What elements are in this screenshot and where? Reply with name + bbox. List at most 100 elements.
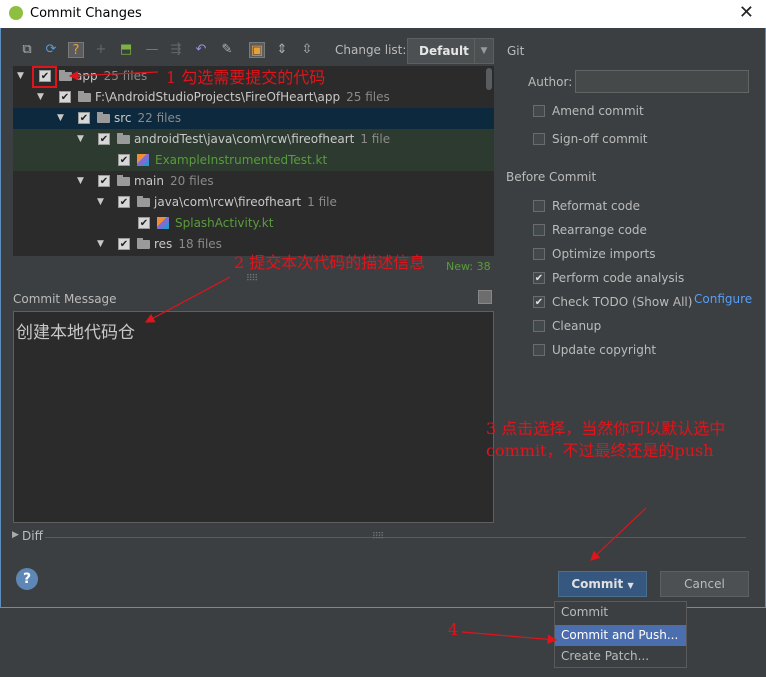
splitter-handle[interactable]: ⠿⠿ [246, 274, 258, 284]
add-icon[interactable]: ⬒ [118, 42, 134, 58]
android-studio-logo-icon [9, 6, 23, 20]
folder-icon [137, 238, 150, 249]
amend-commit-label: Amend commit [552, 104, 644, 118]
expand-arrow-icon[interactable]: ▼ [77, 171, 84, 192]
splitter-handle[interactable]: ⠿⠿ [372, 532, 384, 542]
sign-off-commit-checkbox[interactable] [533, 133, 545, 145]
expand-arrow-icon[interactable]: ▼ [37, 87, 44, 108]
commit-button-label: Commit [571, 577, 624, 591]
before-commit-title: Before Commit [506, 170, 597, 184]
expand-arrow-icon[interactable]: ▼ [97, 192, 104, 213]
expand-all-icon[interactable]: ⇕ [274, 42, 290, 58]
close-icon[interactable]: ✕ [739, 2, 754, 23]
tree-row-label: main [134, 174, 164, 188]
folder-icon [117, 175, 130, 186]
reformat-code-label: Reformat code [552, 199, 640, 213]
refresh-icon[interactable]: ⟳ [43, 42, 59, 58]
menu-item-create-patch[interactable]: Create Patch... [555, 646, 686, 667]
show-unversioned-icon[interactable]: ? [68, 42, 84, 58]
expand-arrow-icon[interactable]: ▼ [57, 108, 64, 129]
tree-row-project-path[interactable]: ▼ ✔ F:\AndroidStudioProjects\FireOfHeart… [13, 87, 494, 108]
optimize-imports-checkbox[interactable] [533, 248, 545, 260]
optimize-imports-label: Optimize imports [552, 247, 656, 261]
expand-arrow-icon[interactable]: ▶ [12, 530, 19, 540]
git-section-title: Git [507, 44, 525, 58]
tree-row-android-test[interactable]: ▼ ✔ androidTest\java\com\rcw\fireofheart… [13, 129, 494, 150]
checkbox-res[interactable]: ✔ [118, 238, 130, 250]
tree-row-label: ExampleInstrumentedTest.kt [155, 153, 328, 167]
tree-row-label: SplashActivity.kt [175, 216, 274, 230]
annotation-step-4: 4 [448, 620, 459, 639]
window-title: Commit Changes [30, 6, 142, 21]
checkbox-android-test[interactable]: ✔ [98, 133, 110, 145]
file-count: 1 file [360, 132, 391, 146]
checkbox-java-package[interactable]: ✔ [118, 196, 130, 208]
kotlin-file-icon [157, 217, 169, 229]
remove-icon[interactable]: — [144, 42, 160, 58]
checkbox-main[interactable]: ✔ [98, 175, 110, 187]
tree-row-example-test[interactable]: ✔ ExampleInstrumentedTest.kt [13, 150, 494, 171]
tree-scrollbar[interactable] [486, 68, 492, 90]
check-todo-checkbox[interactable]: ✔ [533, 296, 545, 308]
perform-code-analysis-label: Perform code analysis [552, 271, 685, 285]
annotation-highlight-box [32, 66, 57, 88]
collapse-all-icon[interactable]: ⇳ [299, 42, 315, 58]
tree-row-label: app [75, 69, 98, 83]
commit-message-input[interactable]: 创建本地代码仓 [13, 311, 494, 523]
tree-row-label: res [154, 237, 173, 251]
file-count: 22 files [137, 111, 182, 125]
tree-row-java-package[interactable]: ▼ ✔ java\com\rcw\fireofheart 1 file [13, 192, 494, 213]
change-list-value: Default [419, 44, 469, 58]
chevron-down-icon: ▼ [474, 39, 493, 63]
edit-source-icon[interactable]: ✎ [219, 42, 235, 58]
checkbox-splash-activity[interactable]: ✔ [138, 217, 150, 229]
checkbox-project-path[interactable]: ✔ [59, 91, 71, 103]
folder-icon [97, 112, 110, 123]
checkbox-example-test[interactable]: ✔ [118, 154, 130, 166]
folder-icon [117, 133, 130, 144]
tree-row-main[interactable]: ▼ ✔ main 20 files [13, 171, 494, 192]
move-icon[interactable]: ⇶ [168, 42, 184, 58]
reformat-code-checkbox[interactable] [533, 200, 545, 212]
author-label: Author: [528, 75, 573, 89]
update-copyright-checkbox[interactable] [533, 344, 545, 356]
author-input[interactable] [575, 70, 749, 93]
tree-row-splash-activity[interactable]: ✔ SplashActivity.kt [13, 213, 494, 234]
cleanup-label: Cleanup [552, 319, 602, 333]
annotation-step-2: 2 提交本次代码的描述信息 [234, 253, 426, 272]
update-copyright-label: Update copyright [552, 343, 657, 357]
group-by-directory-icon[interactable]: ▣ [249, 42, 265, 58]
file-count: 18 files [178, 237, 222, 251]
help-button[interactable]: ? [16, 568, 38, 590]
commit-button[interactable]: Commit ▼ [558, 571, 647, 597]
diff-toggle[interactable]: Diff [22, 529, 43, 543]
message-history-icon[interactable] [478, 290, 492, 304]
expand-arrow-icon[interactable]: ▼ [97, 234, 104, 255]
file-count: 1 file [307, 195, 337, 209]
expand-arrow-icon[interactable]: ▼ [17, 66, 24, 87]
amend-commit-checkbox[interactable] [533, 105, 545, 117]
checkbox-src[interactable]: ✔ [78, 112, 90, 124]
configure-link[interactable]: Configure [694, 292, 752, 306]
diff-icon[interactable]: ⧉ [19, 42, 35, 58]
commit-message-label: Commit Message [13, 292, 117, 306]
kotlin-file-icon [137, 154, 149, 166]
tree-row-src[interactable]: ▼ ✔ src 22 files [13, 108, 494, 129]
menu-item-commit[interactable]: Commit [555, 602, 686, 623]
expand-arrow-icon[interactable]: ▼ [77, 129, 84, 150]
perform-code-analysis-checkbox[interactable]: ✔ [533, 272, 545, 284]
rearrange-code-checkbox[interactable] [533, 224, 545, 236]
rearrange-code-label: Rearrange code [552, 223, 647, 237]
annotation-step-1: 1 勾选需要提交的代码 [166, 68, 326, 87]
file-count: 25 files [103, 69, 148, 83]
change-list-combo[interactable]: Default ▼ [407, 38, 494, 64]
expand-icon[interactable]: + [93, 42, 109, 58]
cancel-button[interactable]: Cancel [660, 571, 749, 597]
change-list-label: Change list: [335, 43, 407, 57]
file-count: 25 files [346, 90, 390, 104]
folder-icon [137, 196, 150, 207]
rollback-icon[interactable]: ↶ [193, 42, 209, 58]
tree-row-label: F:\AndroidStudioProjects\FireOfHeart\app [95, 90, 341, 104]
menu-item-commit-and-push[interactable]: Commit and Push... [555, 625, 686, 646]
cleanup-checkbox[interactable] [533, 320, 545, 332]
